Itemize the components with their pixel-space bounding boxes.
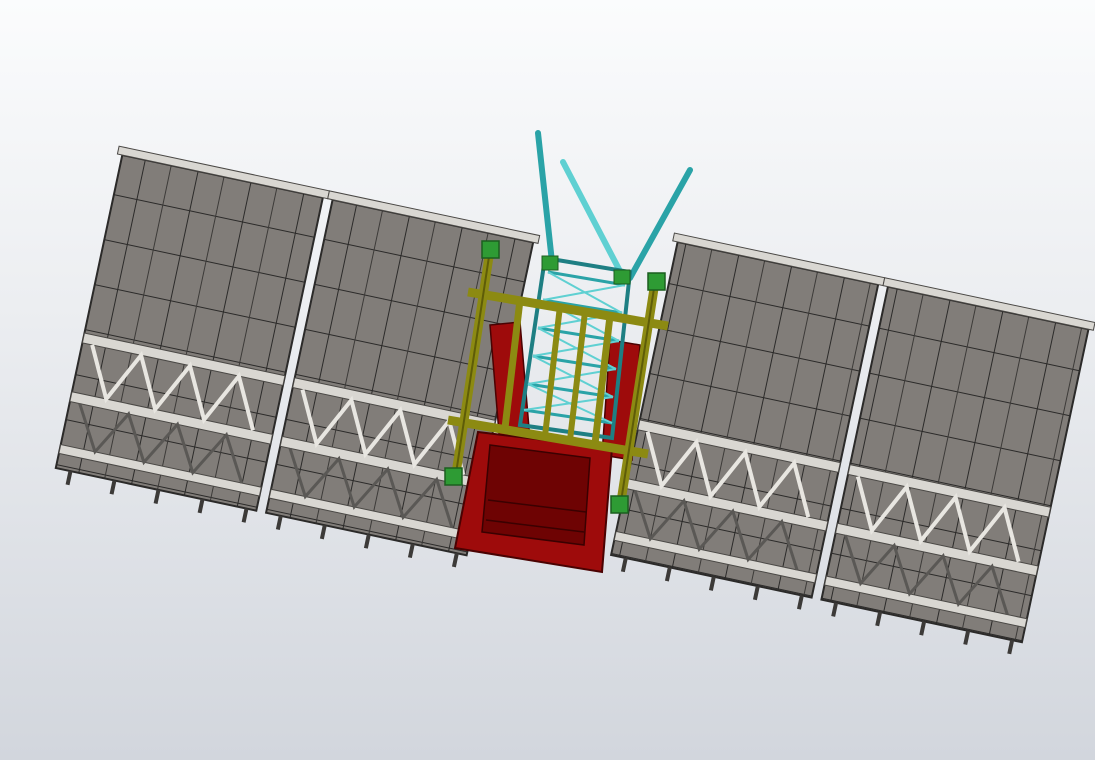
connector-block-top-left (481, 240, 500, 259)
top-right-clamp (613, 269, 631, 285)
connector-block-top-right (647, 272, 666, 291)
model-scene[interactable] (0, 0, 1095, 760)
cad-viewport[interactable] (0, 0, 1095, 760)
connector-block-bottom-left (444, 467, 463, 486)
right-wall-section (609, 232, 1095, 655)
connector-block-bottom-right (610, 495, 629, 514)
top-left-clamp (541, 255, 559, 271)
